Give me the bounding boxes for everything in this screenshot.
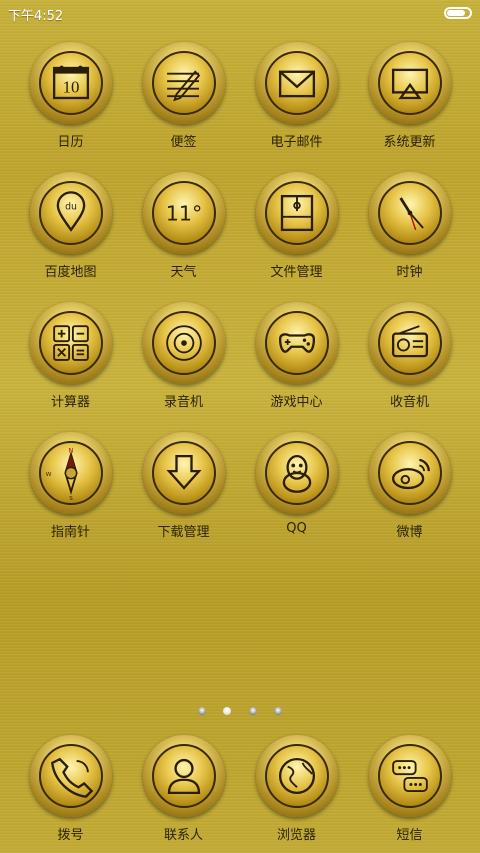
app-label: QQ: [286, 521, 307, 536]
svg-text:N: N: [69, 446, 74, 454]
app-radio[interactable]: 收音机: [353, 300, 466, 420]
app-label: 系统更新: [383, 135, 436, 150]
app-label: 收音机: [389, 395, 429, 410]
page-dot-active[interactable]: [223, 707, 232, 715]
app-download-manager[interactable]: 下载管理: [127, 430, 240, 550]
system-update-icon: [378, 51, 442, 115]
app-label: 下载管理: [157, 525, 210, 540]
browser-globe-icon: [265, 744, 329, 808]
dock-phone[interactable]: 拨号: [14, 733, 127, 853]
app-game-center[interactable]: 游戏中心: [240, 300, 353, 420]
app-label: 时钟: [396, 265, 423, 280]
dock-browser[interactable]: 浏览器: [240, 733, 353, 853]
app-file-manager[interactable]: 文件管理: [240, 170, 353, 290]
dock: 拨号 联系人 浏览器 短信: [0, 733, 480, 853]
app-calendar[interactable]: 10 日历: [14, 40, 127, 160]
status-time: 下午4:52: [8, 9, 64, 24]
app-label: 电子邮件: [270, 135, 323, 150]
app-recorder[interactable]: 录音机: [127, 300, 240, 420]
compass-icon: N W S: [39, 441, 103, 505]
svg-text:du: du: [65, 201, 77, 212]
download-icon: [152, 441, 216, 505]
app-label: 拨号: [57, 828, 84, 843]
app-clock[interactable]: 时钟: [353, 170, 466, 290]
calendar-icon: 10: [39, 51, 103, 115]
app-baidu-map[interactable]: du 百度地图: [14, 170, 127, 290]
dock-contacts[interactable]: 联系人: [127, 733, 240, 853]
page-dot[interactable]: [273, 707, 282, 715]
app-label: 短信: [396, 828, 423, 843]
page-dot[interactable]: [198, 707, 207, 715]
page-indicator[interactable]: [0, 700, 480, 715]
weather-icon: 11°: [152, 181, 216, 245]
app-label: 日历: [57, 135, 84, 150]
svg-text:S: S: [69, 496, 73, 502]
app-label: 游戏中心: [270, 395, 323, 410]
calculator-icon: [39, 311, 103, 375]
phone-icon: [39, 744, 103, 808]
weibo-icon: [378, 441, 442, 505]
mail-icon: [265, 51, 329, 115]
app-weather[interactable]: 11° 天气: [127, 170, 240, 290]
app-compass[interactable]: N W S 指南针: [14, 430, 127, 550]
app-notes[interactable]: 便签: [127, 40, 240, 160]
qq-penguin-icon: [265, 441, 329, 505]
message-icon: [378, 744, 442, 808]
map-pin-icon: du: [39, 181, 103, 245]
app-label: 百度地图: [44, 265, 97, 280]
app-label: 便签: [170, 135, 197, 150]
page-dot[interactable]: [248, 707, 257, 715]
folder-icon: [265, 181, 329, 245]
battery-level-fill: [447, 10, 466, 16]
battery-icon: [444, 7, 472, 19]
recorder-icon: [152, 311, 216, 375]
app-label: 微博: [396, 525, 423, 540]
status-bar: 下午4:52: [0, 0, 480, 28]
app-label: 浏览器: [276, 828, 316, 843]
app-weibo[interactable]: 微博: [353, 430, 466, 550]
app-label: 计算器: [50, 395, 90, 410]
gamepad-icon: [265, 311, 329, 375]
app-label: 录音机: [163, 395, 203, 410]
clock-icon: [378, 181, 442, 245]
radio-icon: [378, 311, 442, 375]
svg-text:10: 10: [63, 77, 80, 96]
app-qq[interactable]: QQ: [240, 430, 353, 550]
app-label: 指南针: [50, 525, 90, 540]
dock-messages[interactable]: 短信: [353, 733, 466, 853]
app-calculator[interactable]: 计算器: [14, 300, 127, 420]
contact-icon: [152, 744, 216, 808]
app-email[interactable]: 电子邮件: [240, 40, 353, 160]
app-label: 文件管理: [270, 265, 323, 280]
app-label: 天气: [170, 265, 197, 280]
note-pencil-icon: [152, 51, 216, 115]
app-label: 联系人: [163, 828, 203, 843]
app-system-update[interactable]: 系统更新: [353, 40, 466, 160]
svg-text:W: W: [46, 472, 52, 478]
svg-text:11°: 11°: [166, 202, 203, 226]
